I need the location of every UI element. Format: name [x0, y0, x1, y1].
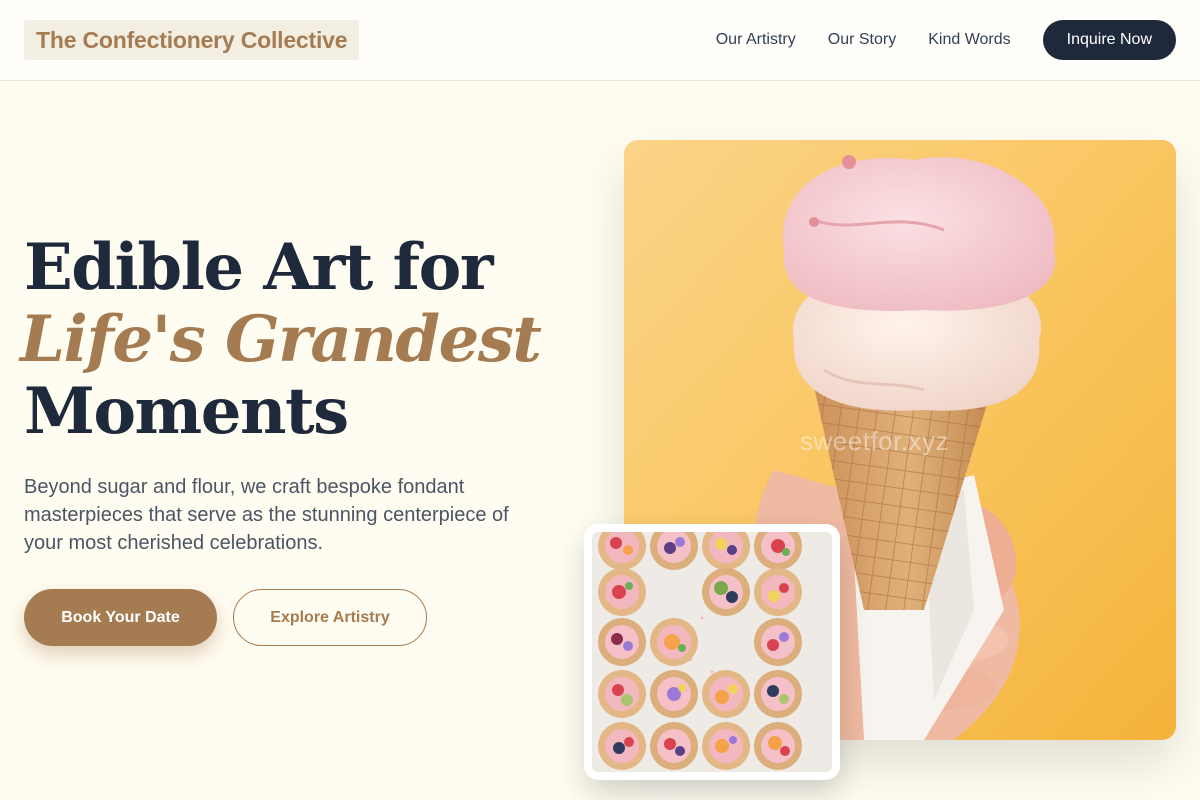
headline-line-1: Edible Art for	[24, 230, 494, 305]
headline-accent: Life's Grandest	[20, 302, 542, 377]
tartlets-illustration	[592, 532, 832, 772]
book-your-date-button[interactable]: Book Your Date	[24, 589, 217, 646]
explore-artistry-button[interactable]: Explore Artistry	[233, 589, 427, 646]
nav-links: Our Artistry Our Story Kind Words Inquir…	[716, 20, 1176, 60]
nav-link-our-story[interactable]: Our Story	[828, 31, 896, 49]
nav-link-kind-words[interactable]: Kind Words	[928, 31, 1010, 49]
inquire-now-button[interactable]: Inquire Now	[1042, 20, 1176, 60]
hero-lead-text: Beyond sugar and flour, we craft bespoke…	[24, 476, 509, 554]
fruit-tartlets-photo-card	[584, 524, 840, 780]
nav-link-our-artistry[interactable]: Our Artistry	[716, 31, 796, 49]
headline-line-3: Moments	[24, 374, 349, 449]
image-watermark: sweetfor.xyz	[800, 426, 950, 456]
top-navigation: The Confectionery Collective Our Artistr…	[0, 0, 1200, 81]
fruit-tartlets-photo	[592, 532, 832, 772]
brand-logo[interactable]: The Confectionery Collective	[24, 20, 360, 60]
hero-headline: Edible Art for Life's Grandest Moments	[20, 230, 584, 449]
